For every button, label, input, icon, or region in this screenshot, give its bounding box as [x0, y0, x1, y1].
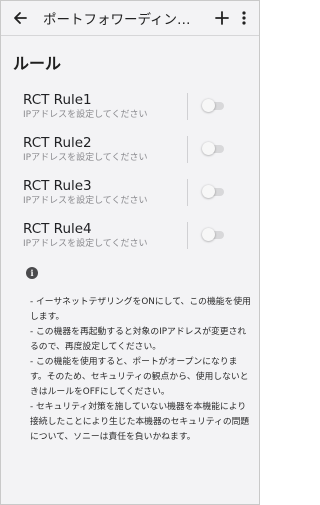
note-item: - この機器を再起動すると対象のIPアドレスが変更されるので、再度設定してくださ… — [30, 327, 247, 352]
plus-icon[interactable] — [211, 7, 233, 29]
rule-divider — [187, 93, 188, 120]
more-vert-icon[interactable] — [235, 7, 253, 29]
rule-list: RCT Rule1 IPアドレスを設定してください RCT Rule2 IPアド… — [1, 91, 259, 263]
rule-item[interactable]: RCT Rule1 IPアドレスを設定してください — [1, 91, 259, 134]
rule-toggle[interactable] — [202, 185, 224, 199]
rule-item[interactable]: RCT Rule3 IPアドレスを設定してください — [1, 177, 259, 220]
toggle-knob — [202, 185, 215, 198]
rule-divider — [187, 179, 188, 206]
rule-item[interactable]: RCT Rule4 IPアドレスを設定してください — [1, 220, 259, 263]
rule-item[interactable]: RCT Rule2 IPアドレスを設定してください — [1, 134, 259, 177]
app-bar: ポートフォワーディン… — [1, 1, 259, 35]
note-item: - セキュリティ対策を施していない機器を本機能により接続したことにより生じた本機… — [30, 402, 250, 442]
note-item: - この機能を使用すると、ポートがオープンになります。そのため、セキュリティの観… — [30, 357, 249, 397]
rule-divider — [187, 136, 188, 163]
rule-toggle[interactable] — [202, 142, 224, 156]
toggle-knob — [202, 142, 215, 155]
toggle-knob — [202, 99, 215, 112]
toggle-knob — [202, 228, 215, 241]
page-title: ポートフォワーディン… — [43, 12, 191, 28]
notes-list: - イーサネットテザリングをONにして、この機能を使用します。 - この機器を再… — [30, 295, 252, 445]
rule-toggle[interactable] — [202, 228, 224, 242]
info-icon: i — [26, 267, 38, 279]
app-screen: ポートフォワーディン… ルール RCT Rule1 IPアドレスを設定してくださ… — [0, 0, 260, 505]
rule-divider — [187, 222, 188, 249]
section-title: ルール — [13, 54, 62, 73]
note-item: - イーサネットテザリングをONにして、この機能を使用します。 — [30, 297, 251, 322]
arrow-left-icon[interactable] — [9, 7, 31, 29]
rule-toggle[interactable] — [202, 99, 224, 113]
